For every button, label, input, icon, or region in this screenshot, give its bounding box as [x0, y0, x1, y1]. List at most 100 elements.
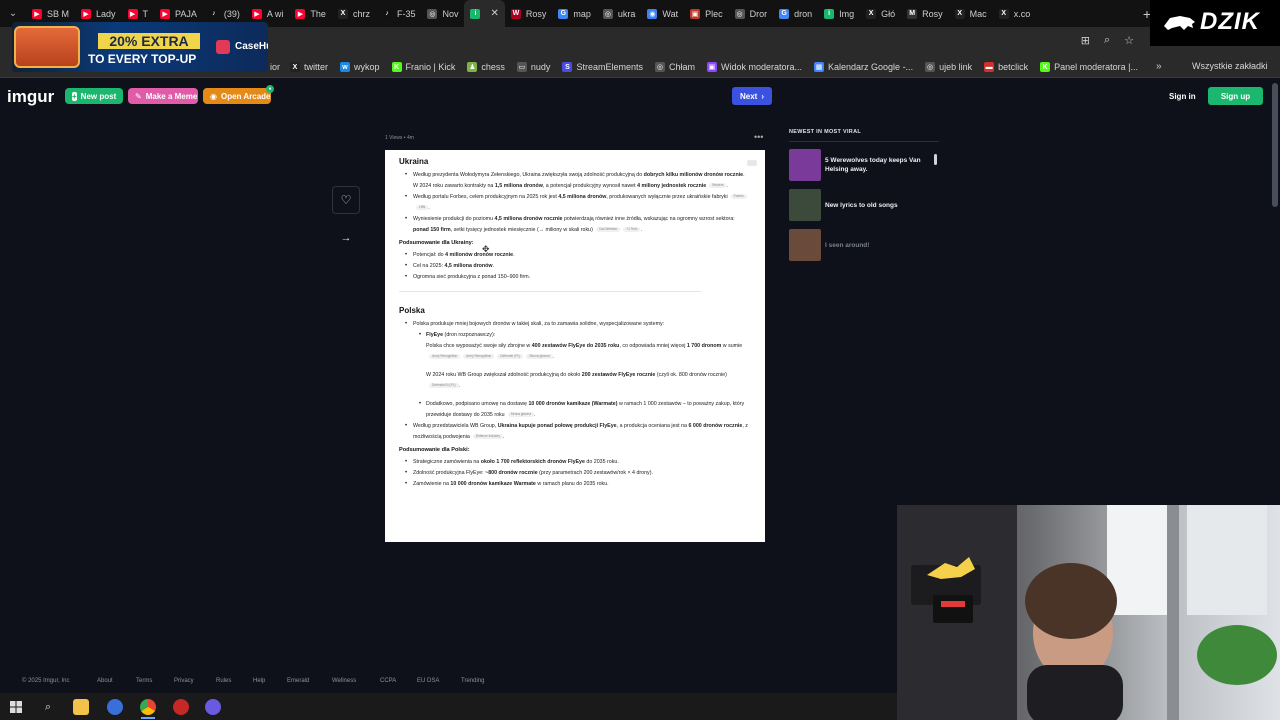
bookmark-item[interactable]: w wykop [334, 62, 386, 72]
browser-tab[interactable]: Xchrz [332, 0, 376, 27]
tab-label: Lady [96, 8, 116, 19]
bookmark-item[interactable]: ▣ Widok moderatora... [701, 62, 808, 72]
bookmark-item[interactable]: Xtwitter [284, 62, 334, 72]
footer-link[interactable]: About [97, 678, 113, 684]
bookmark-label: betclick [998, 62, 1029, 72]
app-icon[interactable] [173, 699, 189, 715]
browser-tab[interactable]: X Mac [949, 0, 993, 27]
footer-link[interactable]: Terms [136, 678, 152, 684]
footer-link[interactable]: Rules [216, 678, 231, 684]
chrome-icon[interactable] [140, 699, 156, 715]
new-post-button[interactable]: + New post [65, 88, 123, 104]
more-options-icon[interactable]: ••• [754, 132, 763, 142]
bookmark-item[interactable]: ▦ Kalendarz Google -... [808, 62, 919, 72]
browser-tab[interactable]: ◉ Wat [641, 0, 684, 27]
browser-tab[interactable]: i ✕ [464, 0, 505, 27]
bookmark-item[interactable]: K Panel moderatora |... [1034, 62, 1144, 72]
browser-tab[interactable]: Xx.co [993, 0, 1037, 27]
list-item: Cel na 2025: 4,5 miliona dronów. [399, 261, 751, 272]
polska-summary-list: Strategiczne zamówienia na około 1 700 r… [399, 457, 751, 490]
viral-scrollbar[interactable] [934, 154, 937, 165]
flyeye-paragraph: Polska chce wyposażyć swoje siły zbrojne… [426, 343, 743, 360]
footer-link[interactable]: CCPA [380, 678, 396, 684]
browser-tab[interactable]: Gdron [773, 0, 818, 27]
bookmark-favicon-icon: ♟ [467, 62, 478, 72]
footer-link[interactable]: Privacy [174, 678, 194, 684]
bookmark-item[interactable]: ▭ nudy [511, 62, 557, 72]
browser-tab[interactable]: W Rosy [505, 0, 553, 27]
sign-in-link[interactable]: Sign in [1169, 92, 1196, 101]
browser-tab[interactable]: ◎ ukra [597, 0, 642, 27]
make-meme-button[interactable]: ✎ Make a Meme [128, 88, 198, 104]
viral-title: I seen around! [825, 242, 870, 249]
viral-item[interactable]: New lyrics to old songs [789, 189, 939, 221]
close-tab-icon[interactable]: ✕ [490, 8, 498, 19]
bookmarks-overflow-icon[interactable]: » [1156, 61, 1162, 72]
browser-tab[interactable]: ◎ Dror [729, 0, 774, 27]
browser-tab[interactable]: ▣ Plec [684, 0, 729, 27]
browser-tab[interactable]: ▶ The [289, 0, 332, 27]
bookmark-favicon-icon: ▣ [706, 62, 717, 72]
tab-favicon-icon: ◎ [427, 8, 438, 19]
tab-favicon-icon: ▶ [295, 8, 306, 19]
next-post-button[interactable]: Next › [732, 87, 772, 105]
imgur-header: imgur + New post ✎ Make a Meme ◉ Open Ar… [0, 79, 1280, 115]
tab-label: ukra [617, 8, 636, 19]
translate-icon[interactable]: ⊞ [1081, 34, 1090, 47]
post-image[interactable]: Ukraina Według prezydenta Wołodymyra Zeł… [385, 150, 765, 542]
imgur-logo[interactable]: imgur [7, 87, 54, 107]
viral-item[interactable]: I seen around! [789, 229, 939, 261]
bookmark-label: nudy [530, 62, 551, 72]
file-explorer-icon[interactable] [73, 699, 89, 715]
tab-label: T [142, 8, 149, 19]
bookmark-item[interactable]: K Franio | Kick [386, 62, 462, 72]
tab-favicon-icon: ▶ [160, 8, 171, 19]
bookmark-item[interactable]: S StreamElements [556, 62, 649, 72]
bookmark-label: Franio | Kick [405, 62, 456, 72]
bookmark-favicon-icon: ◎ [654, 62, 665, 72]
zoom-icon[interactable]: ⌕ [1104, 34, 1110, 47]
favorite-button[interactable]: ♡ [332, 186, 360, 214]
footer-link[interactable]: EU DSA [417, 678, 439, 684]
tab-label: Głó [881, 8, 896, 19]
ukraina-list: Według prezydenta Wołodymyra Zełenskiego… [399, 170, 751, 236]
list-item: Dodatkowo, podpisano umowę na dostawę 10… [399, 399, 751, 421]
sign-up-button[interactable]: Sign up [1208, 87, 1263, 105]
bookmark-item[interactable]: ▬ betclick [978, 62, 1034, 72]
gamepad-icon: ◉ [210, 91, 217, 101]
app-icon[interactable] [107, 699, 123, 715]
meme-icon: ✎ [135, 91, 142, 101]
footer-link[interactable]: Help [253, 678, 265, 684]
bookmark-item[interactable]: ◎ ujeb link [919, 62, 978, 72]
open-arcade-button[interactable]: ◉ Open Arcade [203, 88, 271, 104]
browser-tab[interactable]: ◎ Nov [421, 0, 464, 27]
viral-item[interactable]: 5 Werewolves today keeps Van Helsing awa… [789, 149, 939, 181]
footer-link[interactable]: Trending [461, 678, 484, 684]
all-bookmarks-folder[interactable]: Wszystkie zakładki [1188, 61, 1268, 71]
list-item: Strategiczne zamówienia na około 1 700 r… [399, 457, 751, 468]
browser-tab[interactable]: Gmap [552, 0, 597, 27]
bookmark-item[interactable]: ◎ Chłam [649, 62, 701, 72]
bookmark-star-icon[interactable]: ☆ [1124, 34, 1134, 47]
app-icon[interactable] [205, 699, 221, 715]
browser-tab[interactable]: X Głó [860, 0, 901, 27]
plus-icon: + [72, 91, 77, 101]
browser-tab[interactable]: ♪ F-35 [376, 0, 422, 27]
viral-section-title: NEWEST IN MOST VIRAL [789, 129, 861, 135]
search-icon[interactable]: ⌕ [40, 699, 56, 715]
share-arrow-icon[interactable]: → [338, 232, 354, 246]
page-scrollbar[interactable] [1272, 83, 1278, 207]
footer-link[interactable]: Emerald [287, 678, 309, 684]
browser-tab[interactable]: M Rosy [901, 0, 949, 27]
bookmark-favicon-icon: ▦ [814, 62, 825, 72]
tab-favicon-icon: X [337, 8, 348, 19]
bookmark-favicon-icon: ▭ [516, 62, 527, 72]
tab-label: Dror [749, 8, 768, 19]
bookmark-item[interactable]: ♟ chess [461, 62, 511, 72]
list-item: Według przedstawiciela WB Group, Ukraina… [399, 421, 751, 443]
next-label: Next [739, 91, 758, 101]
windows-start-icon[interactable] [8, 699, 24, 715]
footer-link[interactable]: Wellness [332, 678, 356, 684]
browser-tab[interactable]: i Img [818, 0, 860, 27]
tab-label: A wi [266, 8, 284, 19]
